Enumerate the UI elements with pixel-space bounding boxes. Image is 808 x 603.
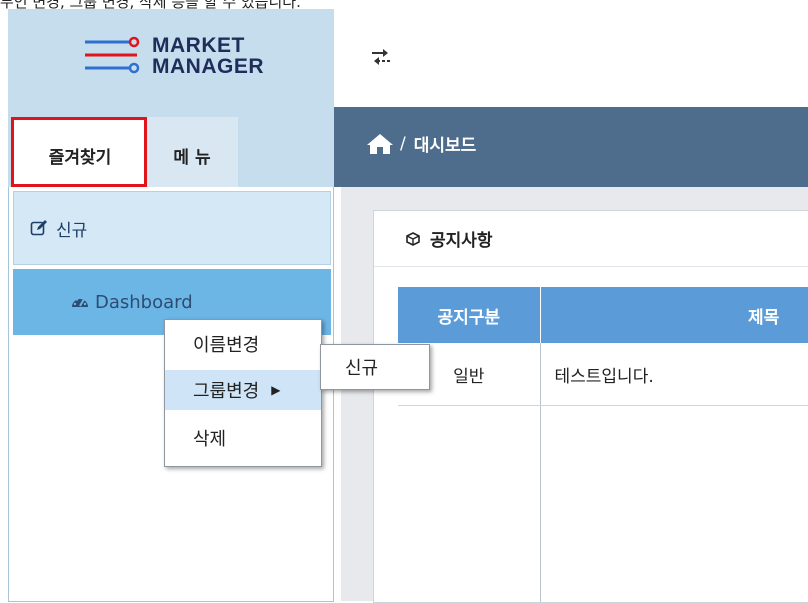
- top-bar: [334, 9, 808, 107]
- breadcrumb-bar: / 대시보드: [334, 107, 808, 187]
- empty-cell-type: [398, 405, 541, 602]
- menu-item-delete-label: 삭제: [193, 429, 227, 450]
- cube-icon: [406, 231, 420, 246]
- logo-line-2: MANAGER: [152, 55, 264, 78]
- favorite-item-label: Dashboard: [95, 291, 193, 313]
- edit-icon: [30, 220, 47, 236]
- submenu-item-new[interactable]: 신규: [345, 354, 378, 380]
- notice-table: 공지구분 제목 일반 테스트입니다.: [398, 287, 808, 602]
- notice-title: 공지사항: [430, 231, 493, 251]
- submenu-arrow-icon: ▶: [271, 383, 281, 397]
- logo-area: MARKET MANAGER: [8, 9, 334, 107]
- breadcrumb-current: 대시보드: [413, 136, 477, 156]
- logo-text: MARKET MANAGER: [152, 35, 264, 77]
- tab-menu-label: 메 뉴: [173, 147, 211, 168]
- menu-item-delete[interactable]: 삭제: [165, 418, 321, 458]
- home-icon[interactable]: [366, 133, 394, 155]
- notice-card: 공지사항 공지구분 제목 일반 테스트입니다.: [373, 210, 808, 603]
- table-row[interactable]: 일반 테스트입니다.: [398, 343, 808, 406]
- menu-item-change-group[interactable]: 그룹변경 ▶: [165, 370, 321, 410]
- notice-title-cell[interactable]: 테스트입니다.: [540, 343, 808, 406]
- empty-cell-title: [540, 405, 808, 602]
- breadcrumb: / 대시보드: [366, 131, 476, 156]
- column-header-title: 제목: [540, 287, 808, 343]
- favorite-group-new[interactable]: 신규: [13, 191, 331, 265]
- submenu: 신규: [320, 344, 430, 390]
- tab-favorites-label: 즐겨찾기: [48, 147, 112, 168]
- menu-item-rename-label: 이름변경: [193, 335, 260, 356]
- swap-arrows-icon[interactable]: [370, 47, 392, 67]
- logo-line-1: MARKET: [152, 34, 245, 57]
- menu-item-change-group-label: 그룹변경: [193, 381, 260, 402]
- breadcrumb-separator: /: [400, 133, 406, 154]
- dashboard-icon: [72, 298, 88, 307]
- tab-favorites[interactable]: 즐겨찾기: [14, 117, 146, 193]
- favorite-group-label: 신규: [56, 220, 88, 241]
- menu-item-rename[interactable]: 이름변경: [165, 324, 321, 364]
- notice-card-header: 공지사항: [374, 211, 808, 267]
- column-header-title-text: 제목: [748, 307, 780, 328]
- notice-table-header: 공지구분 제목: [398, 287, 808, 343]
- table-row-empty: [398, 405, 808, 602]
- context-menu: 이름변경 그룹변경 ▶ 삭제: [164, 319, 322, 467]
- tab-menu[interactable]: 메 뉴: [146, 117, 238, 193]
- main-content: 공지사항 공지구분 제목 일반 테스트입니다.: [341, 187, 808, 603]
- column-header-type: 공지구분: [398, 287, 541, 343]
- page-caption: 무인 변경, 그룹 변경, 삭제 등을 할 수 있습니다.: [0, 0, 301, 9]
- circuit-lines-logo: [85, 36, 140, 74]
